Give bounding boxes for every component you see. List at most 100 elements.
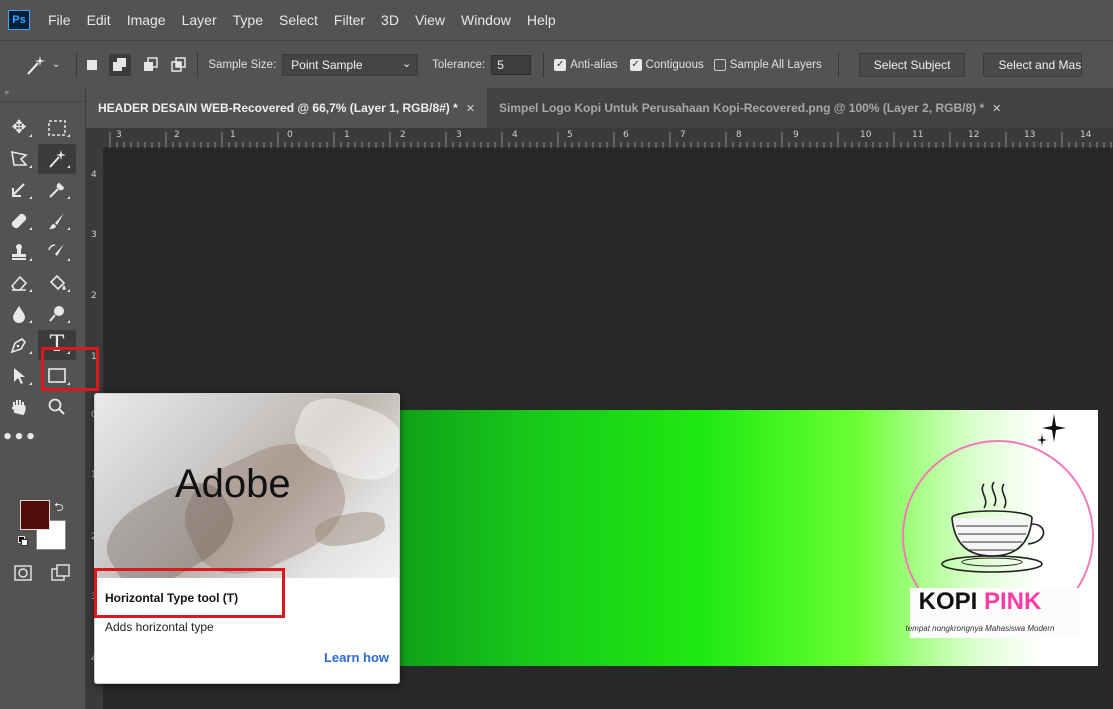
brush-tool-icon[interactable] xyxy=(38,206,76,236)
sample-all-layers-label[interactable]: Sample All Layers xyxy=(730,59,822,71)
brand-tagline: tempat nongkrongnya Mahasiswa Modern xyxy=(905,624,1055,633)
screen-mode-icon[interactable] xyxy=(42,558,80,588)
ruler-label: 3 xyxy=(91,230,97,240)
ruler-label: 2 xyxy=(174,130,180,140)
tolerance-input[interactable]: 5 xyxy=(491,54,532,75)
ruler-label: 4 xyxy=(512,130,518,140)
quick-mask-icon[interactable] xyxy=(4,558,42,588)
history-brush-tool-icon[interactable] xyxy=(38,237,76,267)
menu-help[interactable]: Help xyxy=(527,12,556,28)
add-to-selection-icon[interactable] xyxy=(109,53,132,76)
ruler-label: 3 xyxy=(456,130,462,140)
ruler-label: 2 xyxy=(400,130,406,140)
new-selection-icon[interactable] xyxy=(87,59,98,70)
ruler-label: 6 xyxy=(623,130,629,140)
chevron-down-icon[interactable]: ⌄ xyxy=(52,59,60,70)
anti-alias-label[interactable]: Anti-alias xyxy=(570,59,617,71)
separator xyxy=(837,51,839,78)
ruler-corner[interactable] xyxy=(86,128,104,148)
menu-type[interactable]: Type xyxy=(233,12,263,28)
intersect-selection-icon[interactable] xyxy=(171,56,187,73)
contiguous-checkbox[interactable]: ✓ xyxy=(629,58,642,71)
chevron-down-icon: ⌄ xyxy=(401,57,412,70)
menu-file[interactable]: File xyxy=(48,12,71,28)
tab-simpel-logo-kopi[interactable]: Simpel Logo Kopi Untuk Perusahaan Kopi-R… xyxy=(487,88,1013,128)
healing-brush-tool-icon[interactable] xyxy=(0,206,38,236)
clone-stamp-tool-icon[interactable] xyxy=(0,237,38,267)
close-icon[interactable]: ✕ xyxy=(466,102,475,115)
tooltip-description: Adds horizontal type xyxy=(105,620,214,634)
menu-3d[interactable]: 3D xyxy=(381,12,399,28)
separator xyxy=(76,51,78,78)
select-and-mask-button[interactable]: Select and Mas xyxy=(983,52,1083,77)
anti-alias-checkbox[interactable]: ✓ xyxy=(554,58,567,71)
ruler-label: 8 xyxy=(736,130,742,140)
brand-name-pink: PINK xyxy=(984,588,1042,615)
menu-layer[interactable]: Layer xyxy=(182,12,217,28)
sparkle-icon xyxy=(1037,414,1066,446)
select-subject-button[interactable]: Select Subject xyxy=(858,52,966,77)
sample-size-label: Sample Size: xyxy=(208,58,277,71)
tool-row xyxy=(0,236,85,267)
coffee-cup-icon xyxy=(941,481,1045,573)
tooltip-preview-image: Adobe xyxy=(95,394,399,578)
menu-window[interactable]: Window xyxy=(461,12,511,28)
lasso-tool-icon[interactable] xyxy=(0,144,38,174)
contiguous-label[interactable]: Contiguous xyxy=(646,59,704,71)
learn-how-link[interactable]: Learn how xyxy=(324,650,389,665)
swap-colors-icon[interactable]: ⮌ xyxy=(54,498,64,519)
sample-all-layers-checkbox[interactable] xyxy=(713,58,726,71)
ruler-label: 1 xyxy=(230,130,236,140)
hand-tool-icon[interactable] xyxy=(0,392,38,422)
subtract-from-selection-icon[interactable] xyxy=(143,56,159,73)
tool-row xyxy=(0,391,85,422)
tolerance-label: Tolerance: xyxy=(432,58,486,71)
paint-bucket-tool-icon[interactable] xyxy=(38,268,76,298)
move-tool-icon[interactable]: ✥ xyxy=(0,113,38,143)
panel-collapse-icon[interactable]: « xyxy=(0,88,85,102)
ruler-label: 7 xyxy=(680,130,686,140)
dodge-tool-icon[interactable] xyxy=(38,299,76,329)
highlight-tooltip-title xyxy=(94,568,285,618)
sample-size-select[interactable]: Point Sample ⌄ xyxy=(282,53,419,76)
tool-row: ••• xyxy=(0,422,85,453)
ruler-label: 11 xyxy=(912,130,924,140)
ruler-label: 5 xyxy=(567,130,573,140)
tab-label: Simpel Logo Kopi Untuk Perusahaan Kopi-R… xyxy=(499,101,985,115)
header-banner-artwork[interactable]: KOPI PINK tempat nongkrongnya Mahasiswa … xyxy=(390,410,1098,666)
tab-header-desain-web[interactable]: HEADER DESAIN WEB-Recovered @ 66,7% (Lay… xyxy=(86,88,488,128)
horizontal-ruler[interactable]: 3 2 1 0 1 2 3 4 5 6 7 8 9 10 11 12 13 14 xyxy=(104,128,1113,148)
eyedropper-tool-icon[interactable] xyxy=(38,175,76,205)
ruler-label: 13 xyxy=(1024,130,1036,140)
tool-row: ✥ xyxy=(0,112,85,143)
pen-tool-icon[interactable] xyxy=(0,330,38,360)
eraser-tool-icon[interactable] xyxy=(0,268,38,298)
zoom-tool-icon[interactable] xyxy=(38,392,76,422)
ruler-label: 4 xyxy=(91,170,97,180)
magic-wand-tool-icon[interactable] xyxy=(38,143,76,174)
menu-select[interactable]: Select xyxy=(279,12,318,28)
menu-edit[interactable]: Edit xyxy=(87,12,111,28)
magic-wand-icon[interactable] xyxy=(22,54,52,76)
tool-row xyxy=(0,298,85,329)
sample-size-value: Point Sample xyxy=(291,57,363,72)
marquee-tool-icon[interactable] xyxy=(38,113,76,143)
tools-panel: « ✥ T ••• ⮌ xyxy=(0,88,86,709)
ruler-label: 3 xyxy=(116,130,122,140)
default-colors-icon[interactable] xyxy=(18,536,28,546)
menu-view[interactable]: View xyxy=(415,12,445,28)
menu-filter[interactable]: Filter xyxy=(334,12,365,28)
menu-image[interactable]: Image xyxy=(127,12,166,28)
ruler-label: 1 xyxy=(344,130,350,140)
ruler-label: 10 xyxy=(860,130,872,140)
foreground-color-swatch[interactable] xyxy=(20,500,50,530)
close-icon[interactable]: ✕ xyxy=(992,102,1001,115)
ruler-label: 0 xyxy=(287,130,293,140)
separator xyxy=(197,51,199,78)
more-tools-icon[interactable]: ••• xyxy=(0,423,38,453)
path-selection-tool-icon[interactable] xyxy=(0,361,38,391)
blur-tool-icon[interactable] xyxy=(0,299,38,329)
photoshop-logo[interactable]: Ps xyxy=(8,10,30,30)
document-tab-bar: HEADER DESAIN WEB-Recovered @ 66,7% (Lay… xyxy=(86,88,1113,128)
crop-tool-icon[interactable] xyxy=(0,175,38,205)
